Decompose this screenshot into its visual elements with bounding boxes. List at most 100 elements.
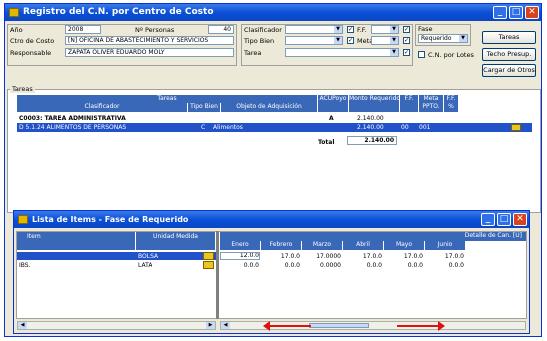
col-pct[interactable]: F.F.% bbox=[444, 95, 458, 112]
items-minimize-button[interactable]: _ bbox=[481, 213, 495, 226]
tareas-button[interactable]: Tareas bbox=[482, 31, 536, 44]
item-row-1-unidad: LATA bbox=[138, 262, 153, 269]
cn-por-lotes-label: C.N. por Lotes bbox=[428, 51, 474, 59]
col-month-3[interactable]: Abril bbox=[343, 241, 383, 250]
col-month-4[interactable]: Mayo bbox=[384, 241, 424, 250]
fase-label: Fase bbox=[418, 25, 433, 33]
tarea-row-0-name[interactable]: C0003: TAREA ADMINISTRATIVA bbox=[19, 115, 319, 122]
tipo-bien-dropdown[interactable] bbox=[285, 36, 343, 45]
item-row-1-m0[interactable]: 0.0.0 bbox=[223, 262, 259, 269]
items-close-button[interactable]: ✕ bbox=[513, 213, 527, 226]
item-row-0-m5[interactable]: 17.0.0 bbox=[428, 253, 464, 260]
scroll-thumb[interactable] bbox=[309, 323, 369, 328]
tipo-bien-checkbox[interactable]: ✓ bbox=[347, 37, 354, 44]
item-row-1-m2[interactable]: 0.0000 bbox=[305, 262, 341, 269]
ano-field[interactable]: 2008 bbox=[65, 25, 101, 34]
cn-por-lotes-checkbox[interactable] bbox=[418, 51, 425, 58]
fase-value: Requerido bbox=[421, 35, 452, 42]
item-row-1-m3[interactable]: 0.0.0 bbox=[346, 262, 382, 269]
col-meta-sub: PPTO. bbox=[422, 103, 440, 110]
item-row-1-icon[interactable] bbox=[203, 261, 214, 269]
item-row-0-m4[interactable]: 17.0.0 bbox=[387, 253, 423, 260]
title-bar[interactable]: Registro del C.N. por Centro de Costo _ … bbox=[5, 4, 541, 21]
cargar-otros-button[interactable]: Cargar de Otros bbox=[482, 64, 536, 77]
techo-presup-button[interactable]: Techo Presup. bbox=[482, 48, 536, 61]
meta-checkbox[interactable]: ✓ bbox=[403, 37, 410, 44]
col-meta[interactable]: Meta PPTO. bbox=[419, 95, 443, 112]
col-unidad[interactable]: Unidad Medida bbox=[136, 232, 215, 250]
header-info-group bbox=[7, 24, 237, 66]
scroll-left-icon[interactable]: ◀ bbox=[18, 322, 27, 329]
left-hscrollbar[interactable]: ◀ ▶ bbox=[17, 321, 216, 330]
item-row-1-m1[interactable]: 0.0.0 bbox=[264, 262, 300, 269]
clasificador-checkbox[interactable]: ✓ bbox=[347, 26, 354, 33]
scroll-left-icon-2[interactable]: ◀ bbox=[221, 322, 230, 329]
tarea-label: Tarea bbox=[244, 49, 262, 57]
ano-label: Año bbox=[10, 26, 23, 34]
total-value: 2.140.00 bbox=[347, 136, 397, 145]
detalle-header: Detalle de Can. [U] bbox=[220, 232, 526, 241]
col-month-2[interactable]: Marzo bbox=[302, 241, 342, 250]
col-meta-label: Meta bbox=[423, 95, 439, 102]
centro-costo-label: Ctro de Costo bbox=[10, 37, 55, 45]
tarea-row-1-tipo: C bbox=[201, 124, 206, 131]
tarea-row-1-clasificador: D 5.1.24 ALIMENTOS DE PERSONAS bbox=[19, 124, 127, 131]
col-ff[interactable]: F.F. bbox=[400, 95, 418, 112]
col-acupoyo[interactable]: ACUPoyo bbox=[318, 95, 348, 112]
maximize-button[interactable]: □ bbox=[509, 6, 523, 19]
tipo-bien-label: Tipo Bien bbox=[244, 37, 275, 45]
items-app-icon bbox=[18, 215, 28, 224]
window-title: Registro del C.N. por Centro de Costo bbox=[23, 7, 214, 17]
item-row-1-m4[interactable]: 0.0.0 bbox=[387, 262, 423, 269]
item-row-0-m2[interactable]: 17.0000 bbox=[305, 253, 341, 260]
col-month-1[interactable]: Febrero bbox=[261, 241, 301, 250]
close-button[interactable]: ✕ bbox=[525, 6, 539, 19]
tarea-row-1-meta: 001 bbox=[419, 124, 431, 131]
col-clasificador[interactable]: Clasificador bbox=[17, 103, 187, 112]
centro-costo-field[interactable]: [N] OFICINA DE ABASTECIMIENTO Y SERVICIO… bbox=[65, 36, 234, 45]
scroll-right-icon[interactable]: ▶ bbox=[206, 322, 215, 329]
col-month-5[interactable]: Junio bbox=[425, 241, 465, 250]
edit-row-icon[interactable] bbox=[511, 124, 521, 131]
items-title-bar[interactable]: Lista de Items - Fase de Requerido _ □ ✕ bbox=[14, 211, 529, 228]
tarea-row-1-monto: 2.140.00 bbox=[357, 124, 384, 131]
nro-personas-label: Nº Personas bbox=[135, 26, 175, 34]
col-objeto[interactable]: Objeto de Adquisición bbox=[221, 103, 317, 112]
col-monto[interactable]: Monto Requerido bbox=[349, 95, 399, 112]
total-label: Total bbox=[318, 139, 335, 146]
items-window-title: Lista de Items - Fase de Requerido bbox=[32, 215, 189, 224]
item-row-0-unidad: BOLSA bbox=[138, 253, 159, 260]
col-pct-sub: % bbox=[448, 103, 454, 110]
meta-dropdown[interactable] bbox=[371, 36, 399, 45]
nro-personas-field[interactable]: 40 bbox=[208, 25, 234, 34]
tarea-row-0-acu: A bbox=[329, 115, 334, 122]
app-icon bbox=[9, 8, 19, 17]
tarea-checkbox[interactable]: ✓ bbox=[403, 49, 410, 56]
items-maximize-button[interactable]: □ bbox=[497, 213, 511, 226]
col-month-0[interactable]: Enero bbox=[220, 241, 260, 250]
clasificador-label: Clasificador bbox=[244, 26, 282, 34]
clasificador-dropdown[interactable] bbox=[285, 25, 343, 34]
fase-dropdown[interactable]: Requerido bbox=[418, 34, 468, 43]
frozen-splitter[interactable] bbox=[216, 231, 219, 319]
tarea-row-0-monto: 2.140.00 bbox=[357, 115, 384, 122]
red-arrow-left bbox=[263, 321, 311, 331]
responsable-field[interactable]: ZAPATA OLIVER EDUARDO MOLY bbox=[65, 48, 234, 57]
tareas-group-label: Tareas bbox=[10, 85, 35, 93]
item-row-1-item[interactable]: IBS. bbox=[19, 262, 31, 269]
item-row-0-m1[interactable]: 17.0.0 bbox=[264, 253, 300, 260]
col-pct-label: F.F. bbox=[446, 95, 456, 102]
item-row-0-icon[interactable] bbox=[203, 252, 214, 260]
col-item[interactable]: Item bbox=[17, 232, 135, 250]
item-row-1-m5[interactable]: 0.0.0 bbox=[428, 262, 464, 269]
item-row-0-m0[interactable]: 12.0.0 bbox=[220, 252, 260, 260]
ff-dropdown[interactable] bbox=[371, 25, 399, 34]
ff-label: F.F. bbox=[357, 26, 367, 34]
tareas-header-top: Tareas bbox=[17, 95, 317, 103]
minimize-button[interactable]: _ bbox=[493, 6, 507, 19]
items-window: Lista de Items - Fase de Requerido _ □ ✕… bbox=[13, 210, 530, 334]
col-tipo-bien[interactable]: Tipo Bien bbox=[188, 103, 220, 112]
tarea-dropdown[interactable] bbox=[285, 48, 399, 57]
ff-checkbox[interactable]: ✓ bbox=[403, 26, 410, 33]
item-row-0-m3[interactable]: 17.0.0 bbox=[346, 253, 382, 260]
